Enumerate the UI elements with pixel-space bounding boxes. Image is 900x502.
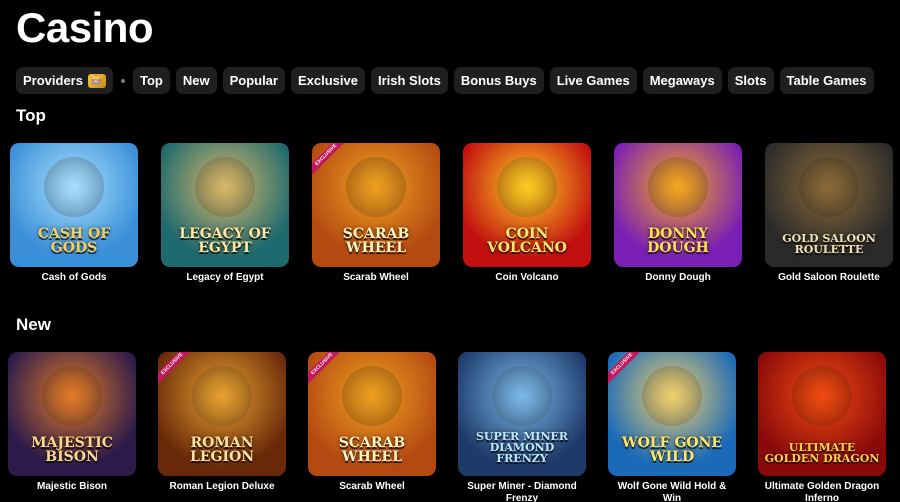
game-thumbnail[interactable]: Cash of Gods — [10, 143, 138, 267]
game-logo: Legacy of Egypt — [179, 226, 271, 256]
game-logo: Wolf Gone Wild — [621, 435, 723, 465]
separator-dot — [120, 78, 125, 83]
game-card-scarab-wheel[interactable]: EXCLUSIVE Scarab Wheel Scarab Wheel — [308, 352, 436, 502]
game-thumbnail[interactable]: Majestic Bison — [8, 352, 136, 476]
game-thumbnail[interactable]: EXCLUSIVE Scarab Wheel — [312, 143, 440, 267]
exclusive-ribbon: EXCLUSIVE — [312, 143, 349, 178]
game-thumbnail[interactable]: Donny Dough — [614, 143, 742, 267]
providers-label: Providers — [23, 73, 83, 88]
game-card-wolf-gone-wild-hold-win[interactable]: EXCLUSIVE Wolf Gone Wild Wolf Gone Wild Ho… — [608, 352, 736, 502]
game-card-ultimate-golden-dragon-inferno[interactable]: Ultimate Golden Dragon Ultimate Golden Dr… — [758, 352, 886, 502]
game-logo: Ultimate Golden Dragon — [764, 441, 880, 465]
game-title[interactable]: Wolf Gone Wild Hold & Win — [608, 481, 736, 502]
game-thumbnail[interactable]: Legacy of Egypt — [161, 143, 289, 267]
game-title[interactable]: Super Miner - Diamond Frenzy — [458, 481, 586, 502]
game-title[interactable]: Cash of Gods — [10, 272, 138, 284]
game-thumbnail[interactable]: Coin Volcano — [463, 143, 591, 267]
game-thumbnail[interactable]: Gold Saloon Roulette — [765, 143, 893, 267]
game-title[interactable]: Legacy of Egypt — [161, 272, 289, 284]
game-logo: Scarab Wheel — [338, 435, 406, 465]
game-character-art — [42, 366, 102, 426]
game-logo: Scarab Wheel — [342, 226, 410, 256]
filter-chip-top[interactable]: Top — [132, 67, 170, 94]
filter-chip-megaways[interactable]: Megaways — [642, 67, 722, 94]
game-title[interactable]: Donny Dough — [614, 272, 742, 284]
game-title[interactable]: Coin Volcano — [463, 272, 591, 284]
game-character-art — [648, 157, 708, 217]
game-card-cash-of-gods[interactable]: Cash of Gods Cash of Gods — [10, 143, 138, 284]
filter-chip-slots[interactable]: Slots — [727, 67, 774, 94]
game-character-art — [792, 366, 852, 426]
filter-chip-new[interactable]: New — [175, 67, 217, 94]
filter-chip-table-games[interactable]: Table Games — [779, 67, 874, 94]
category-filter-bar: Providers 🎰 Top New Popular Exclusive Ir… — [16, 67, 874, 94]
filter-chip-popular[interactable]: Popular — [222, 67, 285, 94]
game-character-art — [195, 157, 255, 217]
game-title[interactable]: Majestic Bison — [8, 481, 136, 493]
filter-chip-bonus-buys[interactable]: Bonus Buys — [453, 67, 544, 94]
game-card-majestic-bison[interactable]: Majestic Bison Majestic Bison — [8, 352, 136, 502]
game-character-art — [346, 157, 406, 217]
game-logo: Donny Dough — [647, 226, 709, 256]
filter-chip-exclusive[interactable]: Exclusive — [290, 67, 365, 94]
game-thumbnail[interactable]: EXCLUSIVE Roman Legion — [158, 352, 286, 476]
exclusive-ribbon: EXCLUSIVE — [158, 352, 195, 387]
game-logo: Roman Legion — [189, 435, 254, 465]
game-logo: Super Miner Diamond Frenzy — [475, 430, 569, 465]
game-title[interactable]: Scarab Wheel — [312, 272, 440, 284]
game-thumbnail[interactable]: EXCLUSIVE Wolf Gone Wild — [608, 352, 736, 476]
game-title[interactable]: Roman Legion Deluxe — [158, 481, 286, 493]
game-logo: Gold Saloon Roulette — [782, 232, 876, 256]
page-title: Casino — [16, 4, 154, 51]
game-card-roman-legion-deluxe[interactable]: EXCLUSIVE Roman Legion Roman Legion Deluxe — [158, 352, 286, 502]
game-card-super-miner-diamond-frenzy[interactable]: Super Miner Diamond Frenzy Super Miner - … — [458, 352, 586, 502]
game-title[interactable]: Ultimate Golden Dragon Inferno — [758, 481, 886, 502]
top-games-row: Cash of Gods Cash of Gods Legacy of Egypt L… — [10, 143, 893, 284]
exclusive-ribbon: EXCLUSIVE — [608, 352, 645, 387]
game-character-art — [642, 366, 702, 426]
section-title-top: Top — [16, 106, 46, 125]
game-character-art — [44, 157, 104, 217]
providers-filter-button[interactable]: Providers 🎰 — [16, 67, 113, 94]
game-character-art — [192, 366, 252, 426]
game-character-art — [497, 157, 557, 217]
section-title-new: New — [16, 315, 51, 334]
game-card-coin-volcano[interactable]: Coin Volcano Coin Volcano — [463, 143, 591, 284]
game-thumbnail[interactable]: EXCLUSIVE Scarab Wheel — [308, 352, 436, 476]
game-character-art — [799, 157, 859, 217]
filter-chip-live-games[interactable]: Live Games — [549, 67, 637, 94]
game-thumbnail[interactable]: Super Miner Diamond Frenzy — [458, 352, 586, 476]
filter-chip-irish-slots[interactable]: Irish Slots — [370, 67, 448, 94]
game-card-legacy-of-egypt[interactable]: Legacy of Egypt Legacy of Egypt — [161, 143, 289, 284]
game-thumbnail[interactable]: Ultimate Golden Dragon — [758, 352, 886, 476]
game-logo: Majestic Bison — [31, 435, 113, 465]
game-card-donny-dough[interactable]: Donny Dough Donny Dough — [614, 143, 742, 284]
game-logo: Cash of Gods — [37, 226, 111, 256]
game-card-scarab-wheel[interactable]: EXCLUSIVE Scarab Wheel Scarab Wheel — [312, 143, 440, 284]
game-logo: Coin Volcano — [487, 226, 567, 256]
game-character-art — [342, 366, 402, 426]
game-title[interactable]: Scarab Wheel — [308, 481, 436, 493]
exclusive-ribbon: EXCLUSIVE — [308, 352, 345, 387]
slot-machine-icon: 🎰 — [87, 73, 106, 88]
game-card-gold-saloon-roulette[interactable]: Gold Saloon Roulette Gold Saloon Roulette — [765, 143, 893, 284]
game-title[interactable]: Gold Saloon Roulette — [765, 272, 893, 284]
new-games-row: Majestic Bison Majestic Bison EXCLUSIVE Rom… — [8, 352, 886, 502]
game-character-art — [492, 366, 552, 426]
